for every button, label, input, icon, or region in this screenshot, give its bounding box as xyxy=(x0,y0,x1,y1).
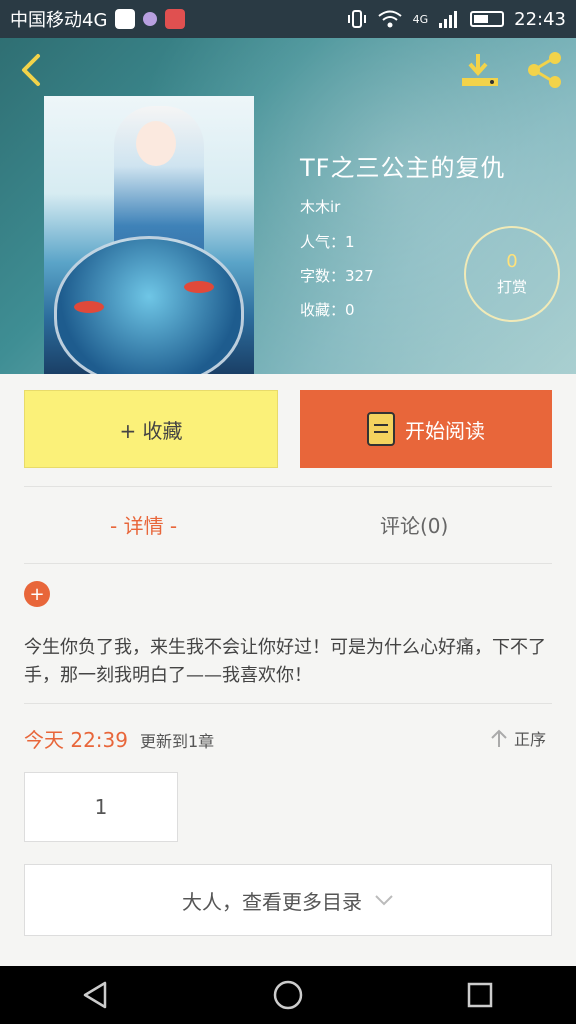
download-icon xyxy=(462,54,498,86)
status-left: 中国移动4G xyxy=(10,6,186,32)
system-navigation-bar xyxy=(0,966,576,1024)
nav-home-button[interactable] xyxy=(268,975,308,1015)
divider xyxy=(24,486,552,487)
clock-label: 22:43 xyxy=(514,8,566,30)
chevron-down-icon xyxy=(375,895,393,906)
more-catalog-button[interactable]: 大人，查看更多目录 xyxy=(24,864,552,936)
update-time: 今天 22:39 xyxy=(24,728,128,752)
nav-recent-icon xyxy=(467,982,493,1008)
book-description: 今生你负了我，来生我不会让你好过！可是为什么心好痛，下不了手，那一刻我明白了——… xyxy=(24,637,546,686)
app-notification-icon xyxy=(143,12,158,26)
book-favorites-count: 收藏：0 xyxy=(300,301,355,319)
share-icon xyxy=(528,52,561,88)
start-reading-label: 开始阅读 xyxy=(405,418,485,443)
more-catalog-label: 大人，查看更多目录 xyxy=(182,889,362,914)
nav-back-button[interactable] xyxy=(76,975,116,1015)
divider xyxy=(24,703,552,704)
nav-back-icon xyxy=(83,981,107,1009)
sort-order-label: 正序 xyxy=(514,730,547,749)
battery-icon xyxy=(470,11,505,27)
tab-comments[interactable]: 评论(0) xyxy=(380,510,448,539)
book-author[interactable]: 木木ir xyxy=(300,196,340,217)
book-header: TF之三公主的复仇 木木ir 人气：1 字数：327 收藏：0 0 打赏 xyxy=(0,38,576,374)
wifi-icon xyxy=(377,10,402,28)
tip-label: 打赏 xyxy=(496,278,527,296)
add-favorite-label: + 收藏 xyxy=(119,418,183,443)
alert-notification-icon xyxy=(165,9,186,29)
tip-count: 0 xyxy=(506,251,518,272)
chapter-item[interactable]: 1 xyxy=(24,772,178,842)
nav-home-icon xyxy=(273,980,303,1010)
book-cover-image[interactable] xyxy=(44,96,254,374)
book-popularity: 人气：1 xyxy=(300,233,355,251)
add-favorite-button[interactable]: + 收藏 xyxy=(24,390,278,468)
update-text: 更新到1章 xyxy=(140,732,215,751)
expand-description-button[interactable]: + xyxy=(24,581,50,607)
status-bar: 中国移动4G 4G 22:43 xyxy=(0,0,576,38)
tab-details[interactable]: - 详情 - xyxy=(110,510,177,539)
carrier-label: 中国移动4G xyxy=(10,10,108,31)
back-button[interactable] xyxy=(14,50,50,90)
back-arrow-icon xyxy=(22,54,40,86)
book-title: TF之三公主的复仇 xyxy=(300,154,506,182)
sort-order-button[interactable]: 正序 xyxy=(490,726,546,750)
status-right: 4G 22:43 xyxy=(347,9,566,30)
book-word-count: 字数：327 xyxy=(300,267,374,285)
divider xyxy=(24,563,552,564)
start-reading-button[interactable]: 开始阅读 xyxy=(300,390,552,468)
signal-icon xyxy=(439,11,458,28)
network-type-label: 4G xyxy=(412,12,429,26)
download-button[interactable] xyxy=(458,50,502,90)
tip-button[interactable]: 0 打赏 xyxy=(464,226,560,322)
sort-up-arrow-icon xyxy=(491,729,507,747)
qq-notification-icon xyxy=(115,9,136,29)
book-icon xyxy=(367,412,395,446)
nav-recent-button[interactable] xyxy=(460,975,500,1015)
vibrate-icon xyxy=(347,10,366,28)
share-button[interactable] xyxy=(522,50,566,90)
